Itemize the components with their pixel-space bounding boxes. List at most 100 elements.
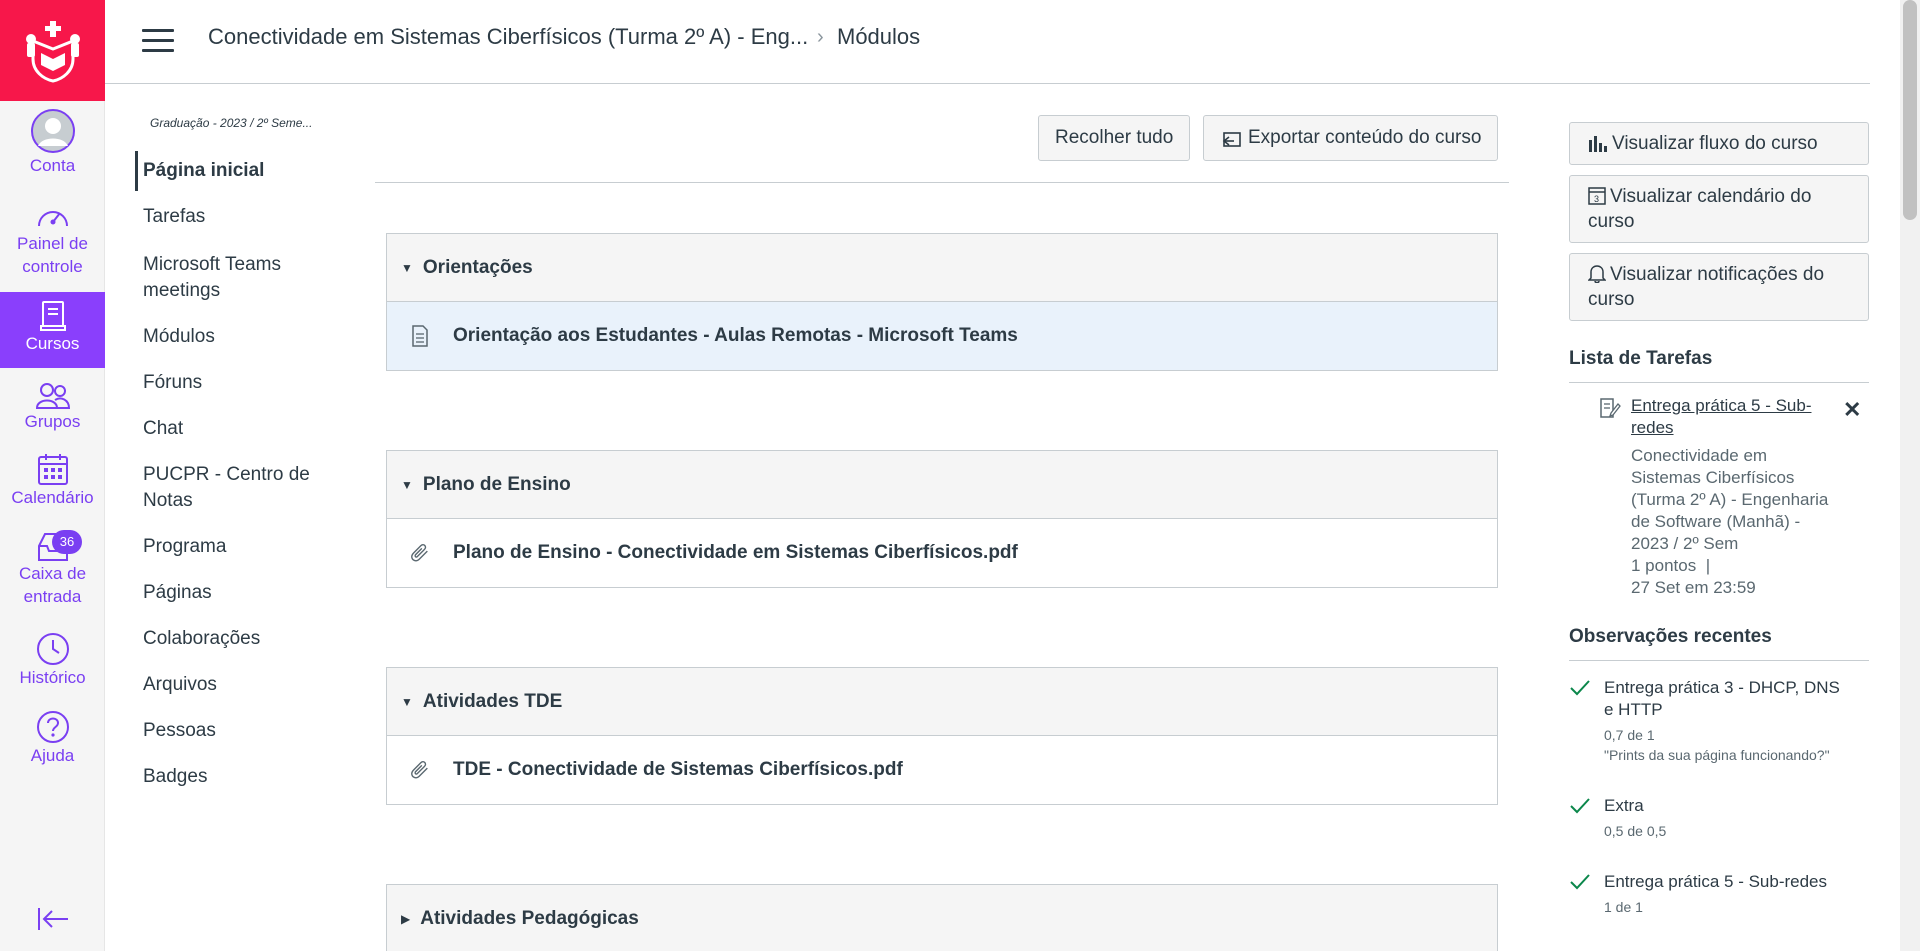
nav-history-label: Histórico (19, 668, 86, 687)
module-header[interactable]: ▶ Atividades Pedagógicas (387, 885, 1497, 951)
module-title: Orientações (422, 256, 533, 278)
bell-icon (1587, 265, 1607, 284)
collapse-all-button[interactable]: Recolher tudo (1038, 115, 1191, 161)
page-header: Conectividade em Sistemas Ciberfísicos (… (105, 0, 1870, 84)
course-nav-people[interactable]: Pessoas (143, 718, 343, 744)
term-label: Graduação - 2023 / 2º Seme... (150, 116, 313, 130)
course-nav-syllabus[interactable]: Programa (143, 534, 343, 560)
module-item-title[interactable]: TDE - Conectividade de Sistemas Ciberfís… (453, 759, 903, 781)
feedback-comment: "Prints da sua página funcionando?" (1604, 747, 1830, 763)
feedback-score: 0,5 de 0,5 (1604, 823, 1667, 839)
avatar-icon (30, 109, 75, 153)
nav-help-label: Ajuda (30, 746, 75, 765)
history-icon (36, 633, 69, 665)
nav-dashboard[interactable]: Painel de controle (0, 202, 105, 278)
nav-account-label: Conta (29, 156, 76, 175)
todo-separator: | (1705, 556, 1711, 575)
feedback-title[interactable]: Entrega prática 5 - Sub-redes (1604, 871, 1854, 893)
todo-due: 27 Set em 23:59 (1631, 578, 1756, 597)
module-plano-de-ensino: ▼ Plano de Ensino Plano de Ensino - Cone… (386, 450, 1498, 588)
module-header[interactable]: ▼ Orientações (387, 234, 1497, 302)
course-nav-home[interactable]: Página inicial (143, 158, 343, 184)
bar-chart-icon (1589, 136, 1607, 152)
checkmark-icon (1570, 798, 1590, 814)
module-title: Atividades Pedagógicas (420, 908, 639, 929)
groups-icon (35, 383, 70, 409)
page-scrollbar[interactable] (1900, 0, 1920, 951)
course-nav-grades[interactable]: PUCPR - Centro de Notas (143, 462, 343, 514)
nav-account[interactable]: Conta (0, 108, 105, 177)
scrollbar-thumb[interactable] (1903, 0, 1917, 220)
nav-groups[interactable]: Grupos (0, 382, 105, 433)
todo-points: 1 pontos (1631, 556, 1697, 575)
assignment-icon (1600, 398, 1621, 418)
view-course-stream-label: Visualizar fluxo do curso (1612, 133, 1818, 154)
collapse-nav-icon[interactable] (36, 906, 70, 932)
course-nav-collaborations[interactable]: Colaborações (143, 626, 343, 652)
caret-down-icon: ▼ (401, 260, 413, 275)
checkmark-icon (1570, 680, 1590, 696)
course-nav-badges[interactable]: Badges (143, 764, 343, 790)
module-item[interactable]: Orientação aos Estudantes - Aulas Remota… (387, 302, 1497, 370)
module-header[interactable]: ▼ Atividades TDE (387, 668, 1497, 736)
nav-courses[interactable]: Cursos (0, 292, 105, 368)
attachment-icon (409, 759, 431, 781)
module-item-title[interactable]: Orientação aos Estudantes - Aulas Remota… (453, 325, 1018, 347)
active-indicator (135, 151, 138, 191)
dismiss-icon[interactable]: ✕ (1843, 397, 1861, 423)
module-item-title[interactable]: Plano de Ensino - Conectividade em Siste… (453, 542, 1018, 564)
course-nav-assignments[interactable]: Tarefas (143, 204, 343, 230)
breadcrumb-page: Módulos (837, 24, 921, 49)
nav-inbox-label: Caixa de entrada (18, 564, 87, 606)
feedback-title[interactable]: Entrega prática 3 - DHCP, DNS e HTTP (1604, 677, 1854, 721)
recent-feedback-heading: Observações recentes (1569, 626, 1869, 661)
todo-details: Conectividade em Sistemas Ciberfísicos (… (1631, 445, 1841, 599)
course-menu-toggle[interactable] (142, 29, 174, 53)
module-item[interactable]: TDE - Conectividade de Sistemas Ciberfís… (387, 736, 1497, 804)
course-nav-chat[interactable]: Chat (143, 416, 343, 442)
view-course-notifications-button[interactable]: Visualizar notificações do curso (1569, 253, 1869, 321)
course-nav-pages[interactable]: Páginas (143, 580, 343, 606)
inbox-unread-badge: 36 (52, 530, 82, 554)
todo-link[interactable]: Entrega prática 5 - Sub-redes (1631, 395, 1831, 439)
breadcrumb-separator: › (817, 26, 824, 48)
module-atividades-pedagogicas: ▶ Atividades Pedagógicas (386, 884, 1498, 951)
course-nav-teams-meetings[interactable]: Microsoft Teams meetings (143, 252, 343, 304)
feedback-title[interactable]: Extra (1604, 795, 1854, 817)
breadcrumb-course[interactable]: Conectividade em Sistemas Ciberfísicos (… (208, 24, 808, 50)
dashboard-icon (37, 211, 68, 227)
nav-calendar[interactable]: Calendário (0, 452, 105, 509)
export-icon (1222, 132, 1241, 147)
nav-courses-label: Cursos (25, 334, 80, 353)
view-course-calendar-button[interactable]: 3 Visualizar calendário do curso (1569, 175, 1869, 243)
export-label: Exportar conteúdo do curso (1248, 127, 1482, 148)
nav-help[interactable]: Ajuda (0, 710, 105, 767)
module-header[interactable]: ▼ Plano de Ensino (387, 451, 1497, 519)
module-title: Atividades TDE (422, 690, 563, 712)
course-nav-files[interactable]: Arquivos (143, 672, 343, 698)
institution-logo[interactable] (0, 0, 105, 101)
hamburger-icon (142, 29, 174, 32)
caret-down-icon: ▼ (401, 477, 413, 492)
module-title: Plano de Ensino (422, 473, 571, 495)
module-orientacoes: ▼ Orientações Orientação aos Estudantes … (386, 233, 1498, 371)
help-icon (36, 711, 69, 743)
toolbar-divider (375, 182, 1509, 183)
caret-down-icon: ▼ (401, 694, 413, 709)
nav-inbox[interactable]: 36 Caixa de entrada (0, 530, 105, 608)
todo-course: Conectividade em Sistemas Ciberfísicos (… (1631, 446, 1829, 553)
feedback-score: 1 de 1 (1604, 899, 1643, 915)
courses-icon (39, 301, 66, 331)
export-course-button[interactable]: Exportar conteúdo do curso (1203, 115, 1499, 161)
course-nav-forums[interactable]: Fóruns (143, 370, 343, 396)
crest-icon (25, 20, 80, 83)
nav-history[interactable]: Histórico (0, 632, 105, 689)
nav-dashboard-label: Painel de controle (17, 234, 88, 276)
module-atividades-tde: ▼ Atividades TDE TDE - Conectividade de … (386, 667, 1498, 805)
todo-heading: Lista de Tarefas (1569, 348, 1869, 383)
view-course-stream-button[interactable]: Visualizar fluxo do curso (1569, 122, 1869, 165)
course-nav-modules[interactable]: Módulos (143, 324, 343, 350)
module-item[interactable]: Plano de Ensino - Conectividade em Siste… (387, 519, 1497, 587)
view-course-calendar-label: Visualizar calendário do curso (1588, 186, 1812, 232)
view-course-notifications-label: Visualizar notificações do curso (1588, 264, 1825, 310)
